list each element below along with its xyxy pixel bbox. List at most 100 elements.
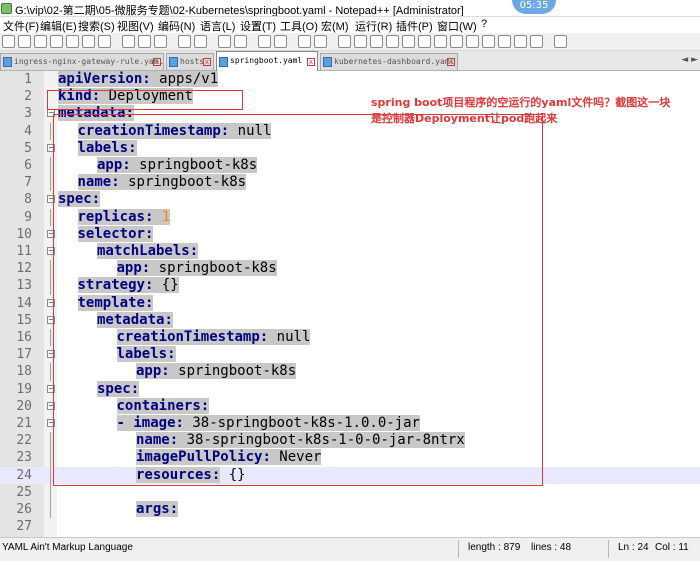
line-number: 27 — [16, 519, 32, 535]
play-macro-icon[interactable] — [498, 35, 511, 48]
line-number: 23 — [16, 450, 32, 466]
zoom-in-icon[interactable] — [258, 35, 271, 48]
file-icon — [323, 57, 332, 67]
file-icon — [219, 57, 228, 67]
doc-map-icon[interactable] — [402, 35, 415, 48]
show-all-chars-icon[interactable] — [354, 35, 367, 48]
yaml-value: apps/v1 — [150, 71, 219, 87]
tab-scroll-arrows[interactable]: ◄ ► — [681, 55, 698, 65]
tab-bar: ingress-nginx-gateway-rule.yaml x hosts … — [0, 51, 700, 71]
code-line[interactable]: 26 args: — [0, 501, 700, 519]
tab-kubernetes-dashboard[interactable]: kubernetes-dashboard.yaml x — [320, 53, 458, 70]
file-icon — [169, 57, 178, 67]
cut-icon[interactable] — [122, 35, 135, 48]
line-number: 24 — [16, 467, 32, 483]
undo-icon[interactable] — [178, 35, 191, 48]
fold-guide — [50, 501, 51, 519]
indent-guide-icon[interactable] — [370, 35, 383, 48]
close-tab-icon[interactable]: x — [153, 58, 161, 66]
status-language: YAML Ain't Markup Language — [2, 542, 133, 553]
line-number: 12 — [16, 261, 32, 277]
plugin-icon[interactable] — [554, 35, 567, 48]
close-all-icon[interactable] — [82, 35, 95, 48]
tab-springboot-yaml[interactable]: springboot.yaml x — [216, 51, 318, 71]
line-number: 2 — [24, 89, 32, 105]
tab-label: springboot.yaml — [230, 56, 303, 65]
tab-label: hosts — [180, 57, 205, 66]
sync-horizontal-icon[interactable] — [314, 35, 327, 48]
menu-plugins[interactable]: 插件(P) — [396, 18, 433, 34]
menu-encoding[interactable]: 编码(N) — [158, 18, 195, 34]
code-text: apiVersion: apps/v1 — [58, 71, 219, 87]
close-tab-icon[interactable]: x — [307, 58, 315, 66]
annotation-line-2: 是控制器Deployment让pod跑起来 — [371, 112, 558, 125]
save-all-icon[interactable] — [50, 35, 63, 48]
menu-macro[interactable]: 宏(M) — [321, 18, 349, 34]
close-tab-icon[interactable]: x — [447, 58, 455, 66]
menu-bar: 文件(F) 编辑(E) 搜索(S) 视图(V) 编码(N) 语言(L) 设置(T… — [0, 17, 700, 33]
fold-guide — [50, 432, 51, 450]
new-file-icon[interactable] — [2, 35, 15, 48]
code-text: args: — [136, 501, 179, 517]
tab-label: ingress-nginx-gateway-rule.yaml — [14, 57, 164, 66]
menu-language[interactable]: 语言(L) — [200, 18, 235, 34]
menu-window[interactable]: 窗口(W) — [437, 18, 477, 34]
annotation-note: spring boot项目程序的空运行的yaml文件吗？截图这一块 是控制器De… — [371, 95, 691, 127]
sync-vertical-icon[interactable] — [298, 35, 311, 48]
function-list-icon[interactable] — [418, 35, 431, 48]
zoom-out-icon[interactable] — [274, 35, 287, 48]
menu-search[interactable]: 搜索(S) — [78, 18, 115, 34]
code-line[interactable]: 25 — [0, 483, 700, 501]
tab-ingress-nginx-gateway-rule[interactable]: ingress-nginx-gateway-rule.yaml x — [0, 53, 164, 70]
word-wrap-icon[interactable] — [338, 35, 351, 48]
annotation-box-kind — [47, 90, 243, 110]
file-icon — [3, 57, 12, 67]
editor-area[interactable]: 1 apiVersion: apps/v1 2 kind: Deployment 3− m… — [0, 71, 700, 537]
tab-hosts[interactable]: hosts x — [166, 53, 214, 70]
line-number: 17 — [16, 347, 32, 363]
find-icon[interactable] — [218, 35, 231, 48]
line-number: 18 — [16, 364, 32, 380]
menu-view[interactable]: 视图(V) — [117, 18, 154, 34]
menu-run[interactable]: 运行(R) — [355, 18, 392, 34]
menu-settings[interactable]: 设置(T) — [240, 18, 276, 34]
menu-tools[interactable]: 工具(O) — [280, 18, 318, 34]
udl-icon[interactable] — [386, 35, 399, 48]
status-line-number: Ln : 24 — [618, 542, 649, 553]
redo-icon[interactable] — [194, 35, 207, 48]
fold-guide — [50, 483, 51, 501]
clock-badge: 05:35 — [512, 0, 556, 14]
line-number: 26 — [16, 502, 32, 517]
save-macro-icon[interactable] — [530, 35, 543, 48]
code-line[interactable]: 27 — [0, 518, 700, 535]
paste-icon[interactable] — [154, 35, 167, 48]
replace-icon[interactable] — [234, 35, 247, 48]
fold-guide — [50, 466, 51, 484]
menu-edit[interactable]: 编辑(E) — [40, 18, 77, 34]
status-column: Col : 11 — [655, 542, 689, 553]
line-number: 10 — [16, 226, 32, 242]
open-file-icon[interactable] — [18, 35, 31, 48]
print-icon[interactable] — [98, 35, 111, 48]
close-tab-icon[interactable]: x — [203, 58, 211, 66]
stop-record-icon[interactable] — [482, 35, 495, 48]
run-macro-multiple-icon[interactable] — [514, 35, 527, 48]
status-length: length : 879 — [468, 542, 521, 553]
monitoring-icon[interactable] — [450, 35, 463, 48]
yaml-key: apiVersion — [58, 71, 143, 87]
line-number: 20 — [16, 398, 32, 414]
menu-file[interactable]: 文件(F) — [3, 18, 39, 34]
close-icon[interactable] — [66, 35, 79, 48]
line-number: 13 — [16, 278, 32, 294]
fold-guide — [50, 260, 51, 278]
copy-icon[interactable] — [138, 35, 151, 48]
fold-guide — [50, 277, 51, 295]
annotation-box-metadata-spec — [53, 114, 543, 486]
save-icon[interactable] — [34, 35, 47, 48]
line-number: 16 — [16, 330, 32, 345]
folder-workspace-icon[interactable] — [434, 35, 447, 48]
record-macro-icon[interactable] — [466, 35, 479, 48]
code-line[interactable]: 1 apiVersion: apps/v1 — [0, 71, 700, 88]
menu-help[interactable]: ? — [481, 18, 487, 30]
line-number: 4 — [24, 123, 32, 139]
